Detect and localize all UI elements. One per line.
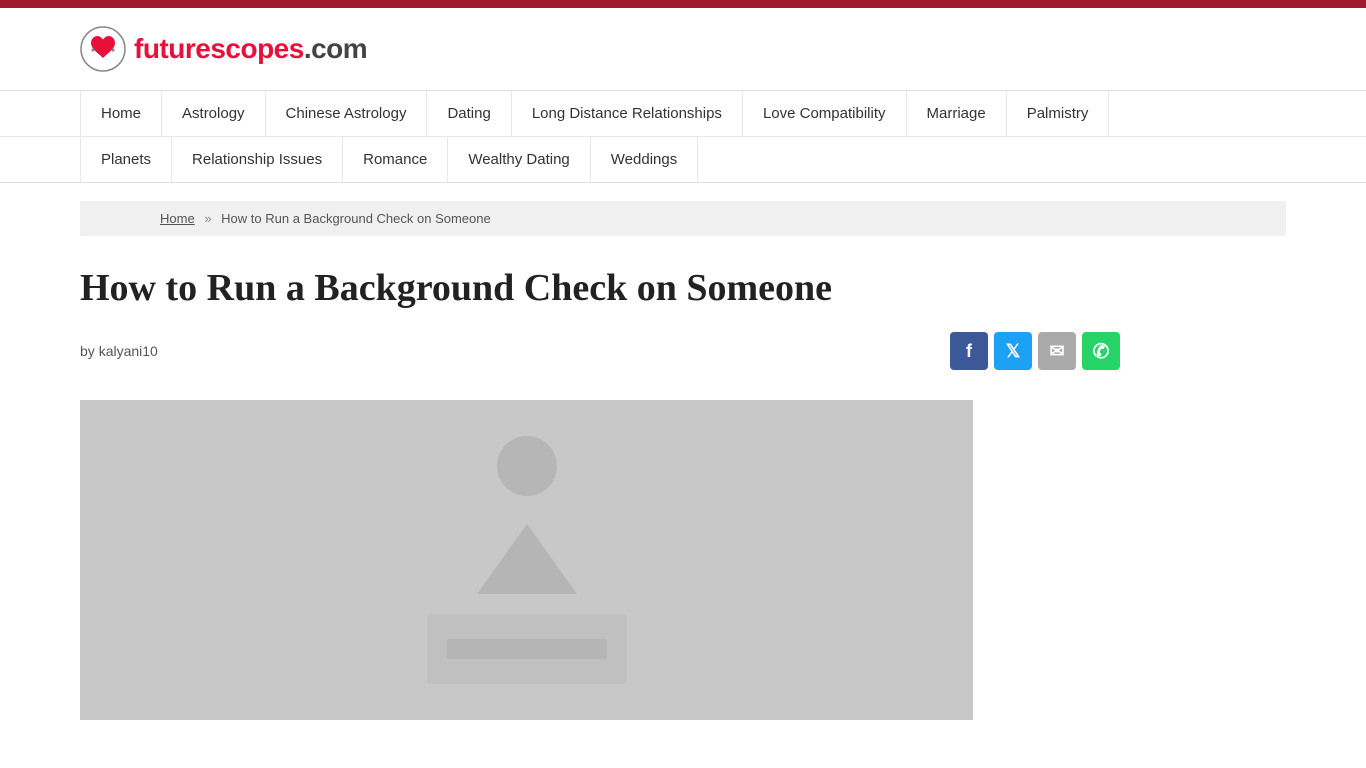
breadcrumb-wrapper: Home » How to Run a Background Check on …	[80, 201, 1286, 236]
nav-wealthy-dating[interactable]: Wealthy Dating	[448, 137, 590, 182]
nav-romance[interactable]: Romance	[343, 137, 448, 182]
whatsapp-share-button[interactable]: ✆	[1082, 332, 1120, 370]
nav-weddings[interactable]: Weddings	[591, 137, 698, 182]
top-accent-bar	[0, 0, 1366, 8]
article-wrapper: How to Run a Background Check on Someone…	[0, 236, 1200, 750]
nav-long-distance[interactable]: Long Distance Relationships	[512, 91, 743, 136]
placeholder-head	[497, 436, 557, 496]
article-title: How to Run a Background Check on Someone	[80, 266, 1120, 310]
twitter-share-button[interactable]: 𝕏	[994, 332, 1032, 370]
social-buttons: f 𝕏 ✉ ✆	[950, 332, 1120, 370]
nav-row-2: Planets Relationship Issues Romance Weal…	[0, 137, 1366, 182]
nav-row-1: Home Astrology Chinese Astrology Dating …	[0, 91, 1366, 137]
email-icon: ✉	[1049, 341, 1064, 362]
email-share-button[interactable]: ✉	[1038, 332, 1076, 370]
placeholder-card	[427, 614, 627, 684]
nav-marriage[interactable]: Marriage	[907, 91, 1007, 136]
breadcrumb: Home » How to Run a Background Check on …	[160, 211, 1206, 226]
nav-palmistry[interactable]: Palmistry	[1007, 91, 1110, 136]
twitter-icon: 𝕏	[1006, 341, 1021, 362]
breadcrumb-separator: »	[204, 211, 211, 226]
whatsapp-icon: ✆	[1093, 339, 1110, 364]
nav-dating[interactable]: Dating	[427, 91, 511, 136]
nav-astrology[interactable]: Astrology	[162, 91, 266, 136]
nav-planets[interactable]: Planets	[80, 137, 172, 182]
logo-icon	[80, 26, 126, 72]
breadcrumb-current: How to Run a Background Check on Someone	[221, 211, 491, 226]
image-placeholder	[427, 436, 627, 684]
placeholder-card-inner	[447, 639, 607, 659]
logo[interactable]: futurescopes.com	[80, 26, 367, 72]
navigation: Home Astrology Chinese Astrology Dating …	[0, 90, 1366, 183]
article-image	[80, 400, 973, 720]
nav-home[interactable]: Home	[80, 91, 162, 136]
facebook-share-button[interactable]: f	[950, 332, 988, 370]
logo-text: futurescopes.com	[134, 33, 367, 65]
site-header: futurescopes.com	[0, 8, 1366, 90]
article-meta: by kalyani10 f 𝕏 ✉ ✆	[80, 332, 1120, 380]
facebook-icon: f	[966, 341, 972, 362]
nav-chinese-astrology[interactable]: Chinese Astrology	[266, 91, 428, 136]
nav-love-compatibility[interactable]: Love Compatibility	[743, 91, 907, 136]
placeholder-body-svg	[447, 504, 607, 604]
nav-relationship-issues[interactable]: Relationship Issues	[172, 137, 343, 182]
breadcrumb-home-link[interactable]: Home	[160, 211, 195, 226]
article-author: by kalyani10	[80, 343, 158, 359]
